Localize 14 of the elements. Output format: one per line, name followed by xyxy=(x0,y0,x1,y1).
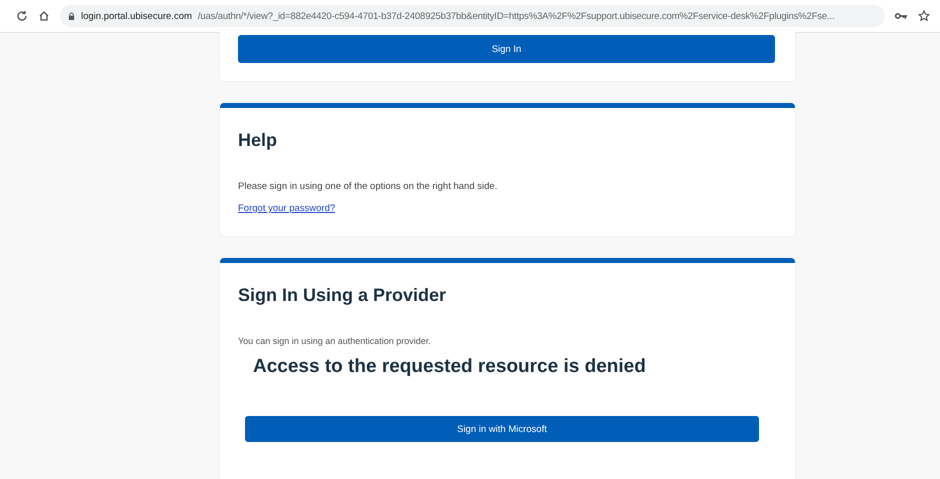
home-icon[interactable] xyxy=(38,10,50,22)
sign-in-button[interactable]: Sign In xyxy=(238,35,775,63)
card-title: Help xyxy=(238,130,278,151)
card-title: Sign In Using a Provider xyxy=(238,285,448,306)
provider-text: You can sign in using an authentication provider. xyxy=(238,336,432,346)
key-icon[interactable] xyxy=(895,12,908,20)
url-field[interactable]: login.portal.ubisecure.com /uas/authn/*/view?_id=882e4420-c594-4701-b37d-2408925b37bb&entityID=https%3A%2F%2Fsupport.ubisecure.com%2Fservice-desk%2Fplugins%2Fse... xyxy=(60,5,885,27)
error-message: Access to the requested resource is denied xyxy=(253,356,647,378)
star-icon[interactable] xyxy=(918,10,930,22)
microsoft-sign-in-button[interactable]: Sign in with Microsoft xyxy=(245,416,759,442)
reload-icon[interactable] xyxy=(16,10,28,22)
help-text: Please sign in using one of the options on the right hand side. xyxy=(238,181,498,192)
forgot-password-link[interactable]: Forgot your password? xyxy=(238,203,336,214)
lock-icon xyxy=(68,12,75,20)
